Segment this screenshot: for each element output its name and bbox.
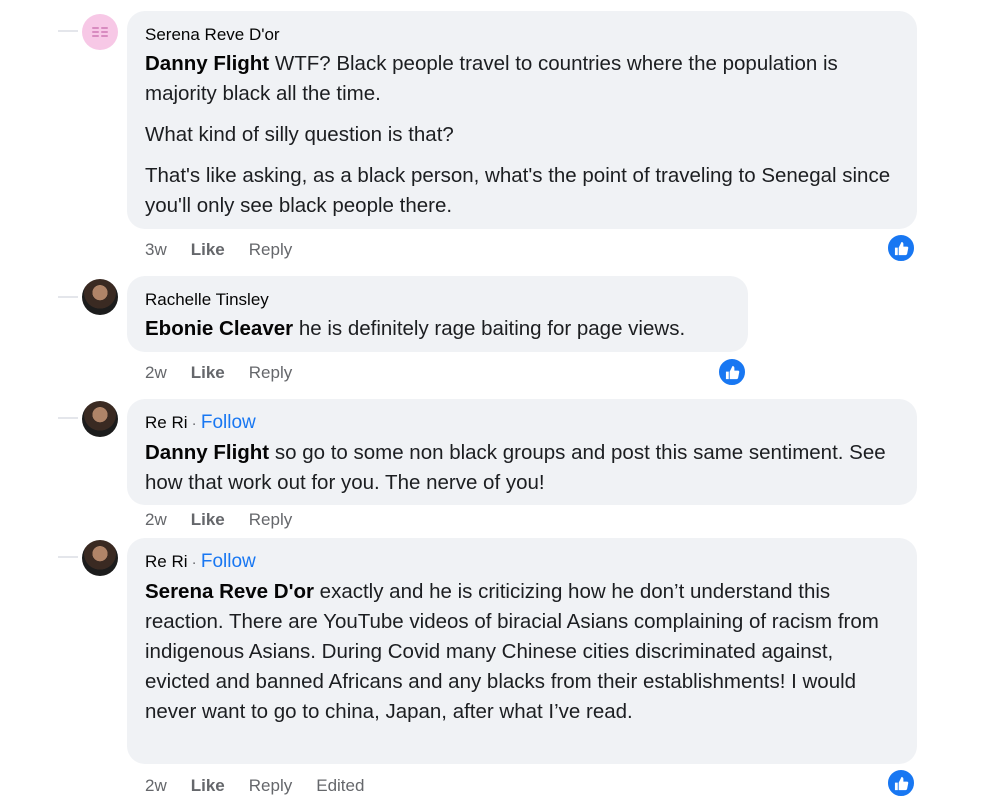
- edited-label: Edited: [316, 776, 365, 795]
- thread-connector: [58, 417, 78, 419]
- comment-body: Serena Reve D'or exactly and he is criti…: [145, 580, 879, 723]
- mention-link[interactable]: Danny Flight: [145, 441, 269, 464]
- mention-link[interactable]: Serena Reve D'or: [145, 580, 314, 603]
- mention-link[interactable]: Danny Flight: [145, 52, 269, 75]
- avatar[interactable]: [82, 279, 118, 315]
- like-button[interactable]: Like: [191, 509, 225, 531]
- comment-timestamp[interactable]: 2w: [145, 775, 167, 797]
- comment-body: Danny Flight WTF? Black people travel to…: [145, 52, 891, 217]
- comment-author[interactable]: Rachelle Tinsley: [145, 289, 730, 311]
- comment-actions: 2w Like Reply Edited: [145, 775, 364, 797]
- thumbs-up-icon[interactable]: [717, 357, 747, 387]
- comment-actions: 2w Like Reply: [145, 509, 292, 531]
- avatar[interactable]: [82, 14, 118, 50]
- reply-button[interactable]: Reply: [249, 509, 292, 531]
- follow-link[interactable]: Follow: [201, 412, 256, 433]
- comment-timestamp[interactable]: 2w: [145, 509, 167, 531]
- comment-actions: 3w Like Reply: [145, 239, 292, 261]
- comment-body: Danny Flight so go to some non black gro…: [145, 441, 886, 494]
- thumbs-up-icon[interactable]: [886, 768, 916, 798]
- comment-actions: 2w Like Reply: [145, 362, 292, 384]
- comment-author[interactable]: Re Ri · Follow: [145, 551, 899, 574]
- like-button[interactable]: Like: [191, 362, 225, 384]
- like-button[interactable]: Like: [191, 775, 225, 797]
- reply-button[interactable]: Reply: [249, 362, 292, 384]
- avatar[interactable]: [82, 540, 118, 576]
- comment-author[interactable]: Re Ri · Follow: [145, 412, 899, 435]
- avatar[interactable]: [82, 401, 118, 437]
- comment-bubble: Rachelle Tinsley Ebonie Cleaver he is de…: [127, 276, 748, 352]
- comment-bubble: Serena Reve D'or Danny Flight WTF? Black…: [127, 11, 917, 229]
- reply-button[interactable]: Reply: [249, 239, 292, 261]
- like-button[interactable]: Like: [191, 239, 225, 261]
- follow-link[interactable]: Follow: [201, 551, 256, 572]
- thread-connector: [58, 556, 78, 558]
- comment-timestamp[interactable]: 2w: [145, 362, 167, 384]
- comment-bubble: Re Ri · Follow Serena Reve D'or exactly …: [127, 538, 917, 764]
- thread-connector: [58, 30, 78, 32]
- comment-timestamp[interactable]: 3w: [145, 239, 167, 261]
- comment-author[interactable]: Serena Reve D'or: [145, 24, 899, 46]
- comment-body: Ebonie Cleaver he is definitely rage bai…: [145, 317, 686, 340]
- thread-connector: [58, 296, 78, 298]
- mention-link[interactable]: Ebonie Cleaver: [145, 317, 293, 340]
- thumbs-up-icon[interactable]: [886, 233, 916, 263]
- reply-button[interactable]: Reply: [249, 775, 292, 797]
- comment-bubble: Re Ri · Follow Danny Flight so go to som…: [127, 399, 917, 505]
